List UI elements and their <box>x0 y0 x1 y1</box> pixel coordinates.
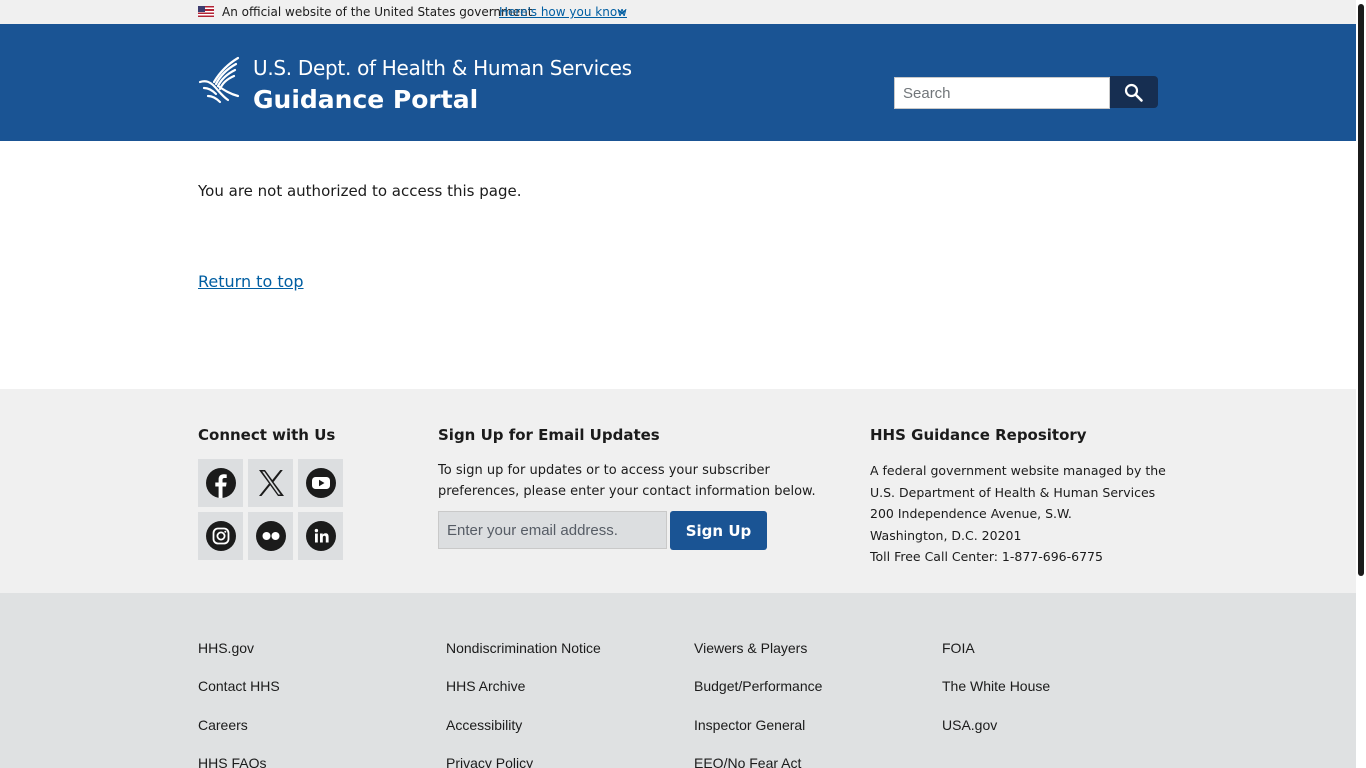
repository-heading: HHS Guidance Repository <box>870 426 1087 444</box>
scrollbar-thumb[interactable] <box>1358 4 1364 576</box>
repo-line: Washington, D.C. 20201 <box>870 527 1022 543</box>
footer-link-viewers-players[interactable]: Viewers & Players <box>694 639 807 657</box>
email-input[interactable] <box>438 511 667 549</box>
how-you-know-link[interactable]: Here's how you know <box>499 5 627 19</box>
us-flag-icon <box>198 6 214 17</box>
search-button[interactable] <box>1110 76 1158 108</box>
repo-line: A federal government website managed by … <box>870 463 1166 478</box>
search-input[interactable] <box>894 77 1110 109</box>
linkedin-icon <box>305 521 336 551</box>
chevron-down-icon[interactable] <box>617 7 627 17</box>
site-header: U.S. Dept. of Health & Human Services Gu… <box>0 24 1356 141</box>
footer-link-careers[interactable]: Careers <box>198 716 248 734</box>
official-banner: An official website of the United States… <box>0 0 1356 24</box>
x-twitter-button[interactable] <box>248 459 293 507</box>
unauthorized-message: You are not authorized to access this pa… <box>198 182 522 200</box>
facebook-button[interactable] <box>198 459 243 507</box>
connect-heading: Connect with Us <box>198 426 336 444</box>
footer-link-hhs-gov[interactable]: HHS.gov <box>198 639 254 657</box>
repository-address: A federal government website managed by … <box>870 460 1166 568</box>
footer-link-eeo-no-fear-act[interactable]: EEO/No Fear Act <box>694 754 801 768</box>
footer-link-budget-performance[interactable]: Budget/Performance <box>694 677 822 695</box>
email-signup-heading: Sign Up for Email Updates <box>438 426 660 444</box>
toll-free-number: Toll Free Call Center: 1-877-696-6775 <box>870 549 1103 564</box>
youtube-icon <box>305 468 336 498</box>
sign-up-button[interactable]: Sign Up <box>670 511 767 550</box>
official-site-text: An official website of the United States… <box>222 5 533 19</box>
hhs-eagle-logo-icon[interactable] <box>198 56 242 104</box>
email-signup-description: To sign up for updates or to access your… <box>438 463 816 499</box>
footer-link-white-house[interactable]: The White House <box>942 677 1050 695</box>
repo-line: U.S. Department of Health & Human Servic… <box>870 484 1156 500</box>
youtube-button[interactable] <box>298 459 343 507</box>
repo-line: 200 Independence Avenue, S.W. <box>870 506 1072 521</box>
footer-link-usa-gov[interactable]: USA.gov <box>942 716 997 734</box>
portal-title[interactable]: Guidance Portal <box>253 85 478 115</box>
footer-link-accessibility[interactable]: Accessibility <box>446 716 522 734</box>
footer-links: HHS.gov Contact HHS Careers HHS FAQs Non… <box>0 593 1356 768</box>
facebook-icon <box>205 468 236 498</box>
footer-link-nondiscrimination[interactable]: Nondiscrimination Notice <box>446 639 601 657</box>
footer-link-privacy-policy[interactable]: Privacy Policy <box>446 754 533 768</box>
footer-link-hhs-faqs[interactable]: HHS FAQs <box>198 754 266 768</box>
flickr-button[interactable] <box>248 512 293 560</box>
footer-link-foia[interactable]: FOIA <box>942 639 975 657</box>
instagram-icon <box>205 521 236 551</box>
footer-link-hhs-archive[interactable]: HHS Archive <box>446 677 525 695</box>
linkedin-button[interactable] <box>298 512 343 560</box>
agency-name[interactable]: U.S. Dept. of Health & Human Services <box>253 56 632 80</box>
footer-link-contact-hhs[interactable]: Contact HHS <box>198 677 280 695</box>
instagram-button[interactable] <box>198 512 243 560</box>
return-to-top-link[interactable]: Return to top <box>198 272 304 292</box>
x-icon <box>258 470 284 496</box>
flickr-icon <box>255 521 286 551</box>
footer-link-inspector-general[interactable]: Inspector General <box>694 716 805 734</box>
page: An official website of the United States… <box>0 0 1356 768</box>
search-icon <box>1124 83 1143 102</box>
footer-primary: Connect with Us Sign Up for Email Update… <box>0 389 1356 593</box>
